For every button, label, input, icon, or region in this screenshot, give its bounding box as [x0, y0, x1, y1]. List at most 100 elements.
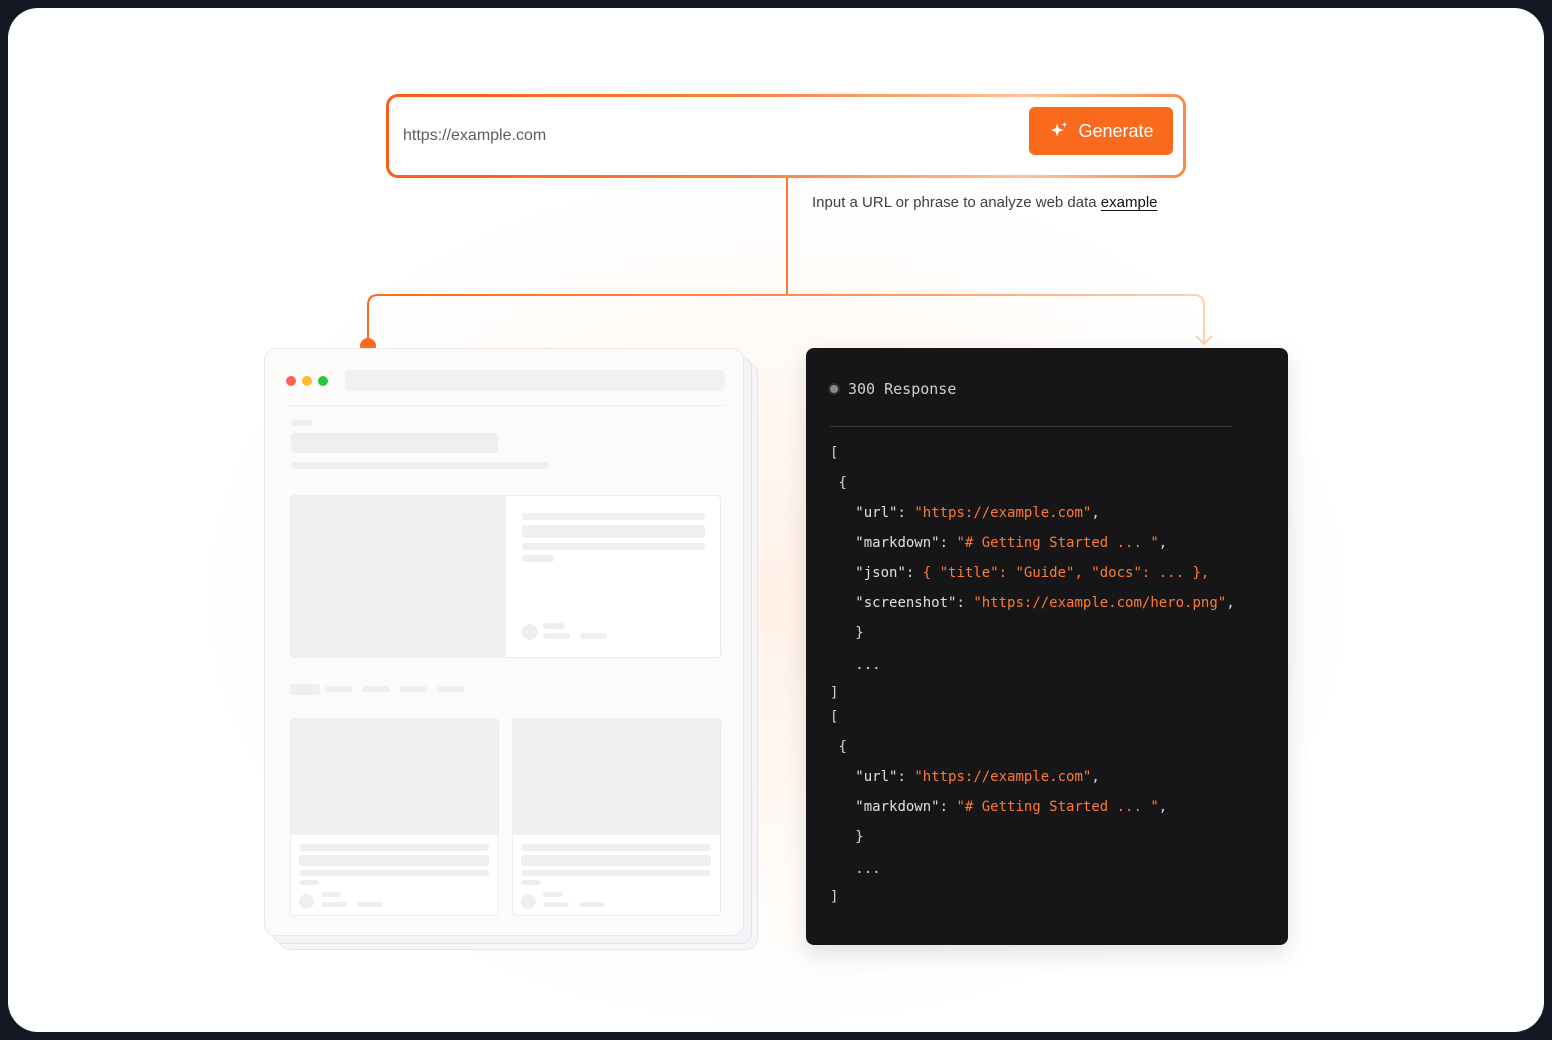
app-frame: Generate Input a URL or phrase to analyz…: [8, 8, 1544, 1032]
skeleton-line: [543, 623, 565, 629]
skeleton-line: [521, 870, 711, 876]
skeleton-line: [291, 462, 549, 469]
code-line: {: [830, 739, 847, 755]
traffic-light-maximize: [318, 376, 328, 386]
skeleton-line: [543, 633, 570, 639]
example-link[interactable]: example: [1101, 194, 1158, 211]
skeleton-line: [543, 892, 563, 897]
json-value: "# Getting Started ... ": [956, 535, 1159, 551]
traffic-light-close: [286, 376, 296, 386]
json-punctuation: [: [830, 445, 839, 461]
code-line: "url": "https://example.com",: [830, 505, 1100, 521]
sparkle-icon: [1051, 121, 1068, 137]
json-punctuation: :: [939, 535, 957, 551]
skeleton-card: [290, 718, 499, 916]
json-punctuation: }: [855, 625, 864, 641]
json-key: "json": [855, 565, 906, 581]
code-line: ]: [830, 685, 838, 701]
skeleton-hero-card: [290, 495, 721, 658]
skeleton-avatar: [522, 624, 538, 640]
skeleton-tab: [362, 686, 390, 692]
response-header: 300 Response: [830, 380, 956, 398]
json-value: "# Getting Started ... ": [956, 799, 1159, 815]
response-divider: [830, 426, 1232, 427]
json-punctuation: :: [897, 769, 915, 785]
json-punctuation: ,: [1226, 595, 1235, 611]
status-dot-icon: [830, 385, 838, 393]
json-punctuation: :: [956, 595, 974, 611]
skeleton-line: [579, 902, 605, 907]
skeleton-line: [522, 543, 705, 550]
skeleton-tab: [437, 686, 465, 692]
generate-label: Generate: [1078, 120, 1154, 141]
skeleton-line: [521, 855, 711, 866]
json-punctuation: ]: [830, 889, 839, 905]
skeleton-image: [291, 719, 498, 835]
skeleton-tab: [290, 684, 320, 695]
code-line: ...: [830, 657, 880, 673]
json-punctuation: ,: [1091, 769, 1100, 785]
json-key: "markdown": [855, 799, 940, 815]
code-line: }: [830, 625, 864, 641]
json-punctuation: {: [838, 475, 847, 491]
skeleton-line: [522, 513, 705, 520]
json-punctuation: [: [830, 709, 839, 725]
json-key: "screenshot": [855, 595, 957, 611]
skeleton-line: [580, 633, 607, 639]
skeleton-image: [291, 496, 506, 657]
skeleton-line: [299, 880, 319, 885]
url-form: Generate: [386, 94, 1186, 178]
code-line: [: [830, 709, 838, 725]
code-line: }: [830, 829, 864, 845]
json-punctuation: {: [838, 739, 847, 755]
hint-text: Input a URL or phrase to analyze web dat…: [812, 194, 1158, 211]
code-line: "screenshot": "https://example.com/hero.…: [830, 595, 1235, 611]
json-key: "url": [855, 505, 898, 521]
browser-divider: [287, 405, 725, 406]
skeleton-tab: [325, 686, 353, 692]
json-punctuation: :: [939, 799, 957, 815]
skeleton-tab: [399, 686, 427, 692]
skeleton-line: [521, 844, 711, 851]
skeleton-card: [512, 718, 721, 916]
skeleton-line: [357, 902, 383, 907]
json-punctuation: ,: [1158, 799, 1168, 815]
json-value: "https://example.com": [914, 769, 1092, 785]
response-status: 300 Response: [848, 380, 957, 398]
skeleton-line: [299, 870, 489, 876]
url-form-inner: Generate: [389, 97, 1183, 175]
code-line: [: [830, 445, 838, 461]
skeleton-line: [522, 555, 554, 562]
skeleton-line: [321, 892, 341, 897]
code-line: "json": { "title": "Guide", "docs": ... …: [830, 565, 1209, 581]
json-punctuation: }: [855, 829, 864, 845]
connector-horizontal: [367, 294, 1205, 343]
url-input[interactable]: [401, 117, 1005, 155]
skeleton-avatar: [299, 894, 314, 909]
json-punctuation: :: [905, 565, 923, 581]
skeleton-line: [522, 525, 705, 538]
json-punctuation: ,: [1158, 535, 1168, 551]
skeleton-line: [291, 420, 313, 426]
code-line: {: [830, 475, 847, 491]
json-punctuation: ,: [1091, 505, 1100, 521]
hint-label: Input a URL or phrase to analyze web dat…: [812, 194, 1101, 211]
json-key: "markdown": [855, 535, 940, 551]
skeleton-line: [299, 844, 489, 851]
json-punctuation: :: [897, 505, 915, 521]
skeleton-line: [321, 902, 347, 907]
json-value: { "title": "Guide", "docs": ... },: [922, 565, 1210, 581]
response-panel: 300 Response [ { "url": "https://example…: [806, 348, 1288, 945]
json-punctuation: ]: [830, 685, 839, 701]
skeleton-line: [543, 902, 569, 907]
connector-arrow: [1195, 335, 1213, 346]
json-punctuation: ...: [855, 861, 881, 877]
skeleton-image: [513, 719, 720, 835]
json-value: "https://example.com": [914, 505, 1092, 521]
traffic-light-minimize: [302, 376, 312, 386]
skeleton-line: [521, 880, 541, 885]
address-bar-skeleton: [345, 370, 725, 391]
json-key: "url": [855, 769, 898, 785]
code-line: "markdown": "# Getting Started ... ",: [830, 535, 1167, 551]
generate-button[interactable]: Generate: [1029, 107, 1173, 155]
